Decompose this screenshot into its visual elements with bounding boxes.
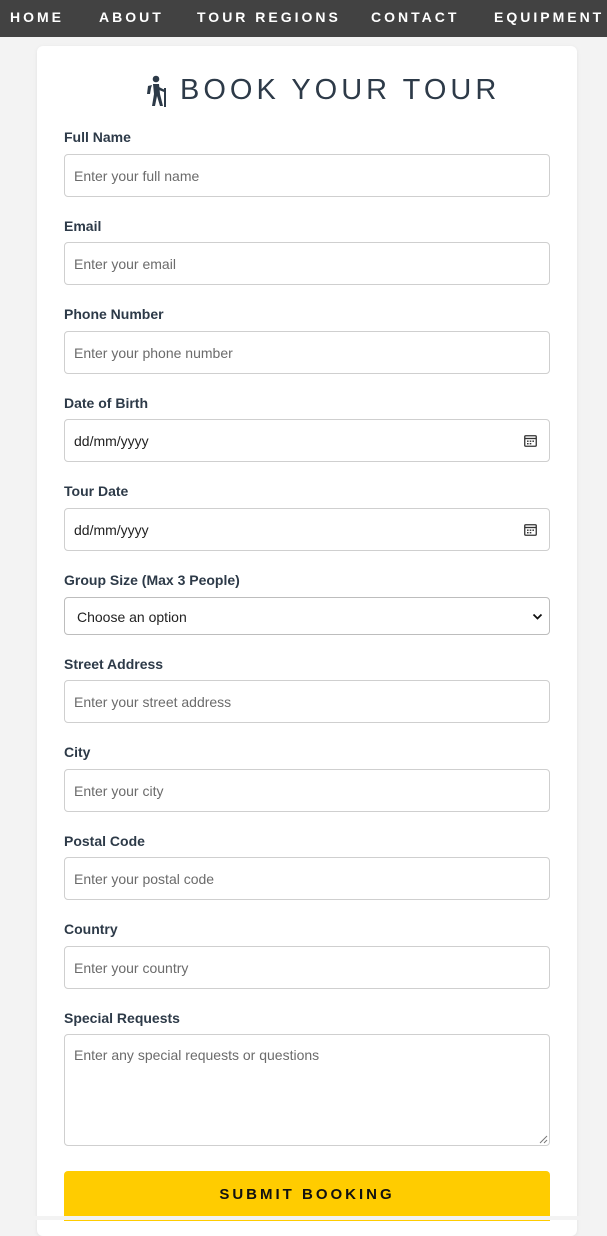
email-label: Email: [64, 218, 102, 234]
submit-booking-button[interactable]: SUBMIT BOOKING: [64, 1171, 550, 1221]
nav-link-home[interactable]: HOME: [10, 9, 64, 25]
phone-number-label: Phone Number: [64, 306, 164, 322]
nav-link-tour-regions[interactable]: TOUR REGIONS: [197, 9, 341, 25]
nav-link-contact[interactable]: CONTACT: [371, 9, 459, 25]
tour-date-input[interactable]: dd/mm/yyyy: [64, 508, 550, 551]
full-name-label: Full Name: [64, 129, 131, 145]
page-bottom-edge: [0, 1216, 607, 1220]
hiker-icon: [147, 75, 166, 107]
street-address-label: Street Address: [64, 656, 164, 672]
postal-code-label: Postal Code: [64, 833, 145, 849]
calendar-icon[interactable]: [524, 434, 537, 447]
top-navigation: HOME ABOUT TOUR REGIONS CONTACT EQUIPMEN…: [0, 0, 607, 37]
phone-number-input[interactable]: [64, 331, 550, 374]
resize-handle-icon[interactable]: [539, 1135, 548, 1144]
country-input[interactable]: [64, 946, 550, 989]
date-of-birth-value: dd/mm/yyyy: [74, 433, 149, 449]
nav-link-equipment[interactable]: EQUIPMENT: [494, 9, 604, 25]
group-size-selected-value: Choose an option: [77, 609, 187, 625]
group-size-label: Group Size (Max 3 People): [64, 572, 240, 588]
city-label: City: [64, 744, 91, 760]
special-requests-label: Special Requests: [64, 1010, 180, 1026]
tour-date-value: dd/mm/yyyy: [74, 522, 149, 538]
group-size-select[interactable]: Choose an option: [64, 597, 550, 635]
city-input[interactable]: [64, 769, 550, 812]
date-of-birth-input[interactable]: dd/mm/yyyy: [64, 419, 550, 462]
tour-date-label: Tour Date: [64, 483, 129, 499]
email-input[interactable]: [64, 242, 550, 285]
chevron-down-icon: [532, 613, 543, 620]
postal-code-input[interactable]: [64, 857, 550, 900]
full-name-input[interactable]: [64, 154, 550, 197]
country-label: Country: [64, 921, 118, 937]
nav-link-about[interactable]: ABOUT: [99, 9, 164, 25]
page-title: BOOK YOUR TOUR: [180, 74, 501, 106]
calendar-icon[interactable]: [524, 523, 537, 536]
date-of-birth-label: Date of Birth: [64, 395, 148, 411]
special-requests-textarea[interactable]: [64, 1034, 550, 1146]
street-address-input[interactable]: [64, 680, 550, 723]
